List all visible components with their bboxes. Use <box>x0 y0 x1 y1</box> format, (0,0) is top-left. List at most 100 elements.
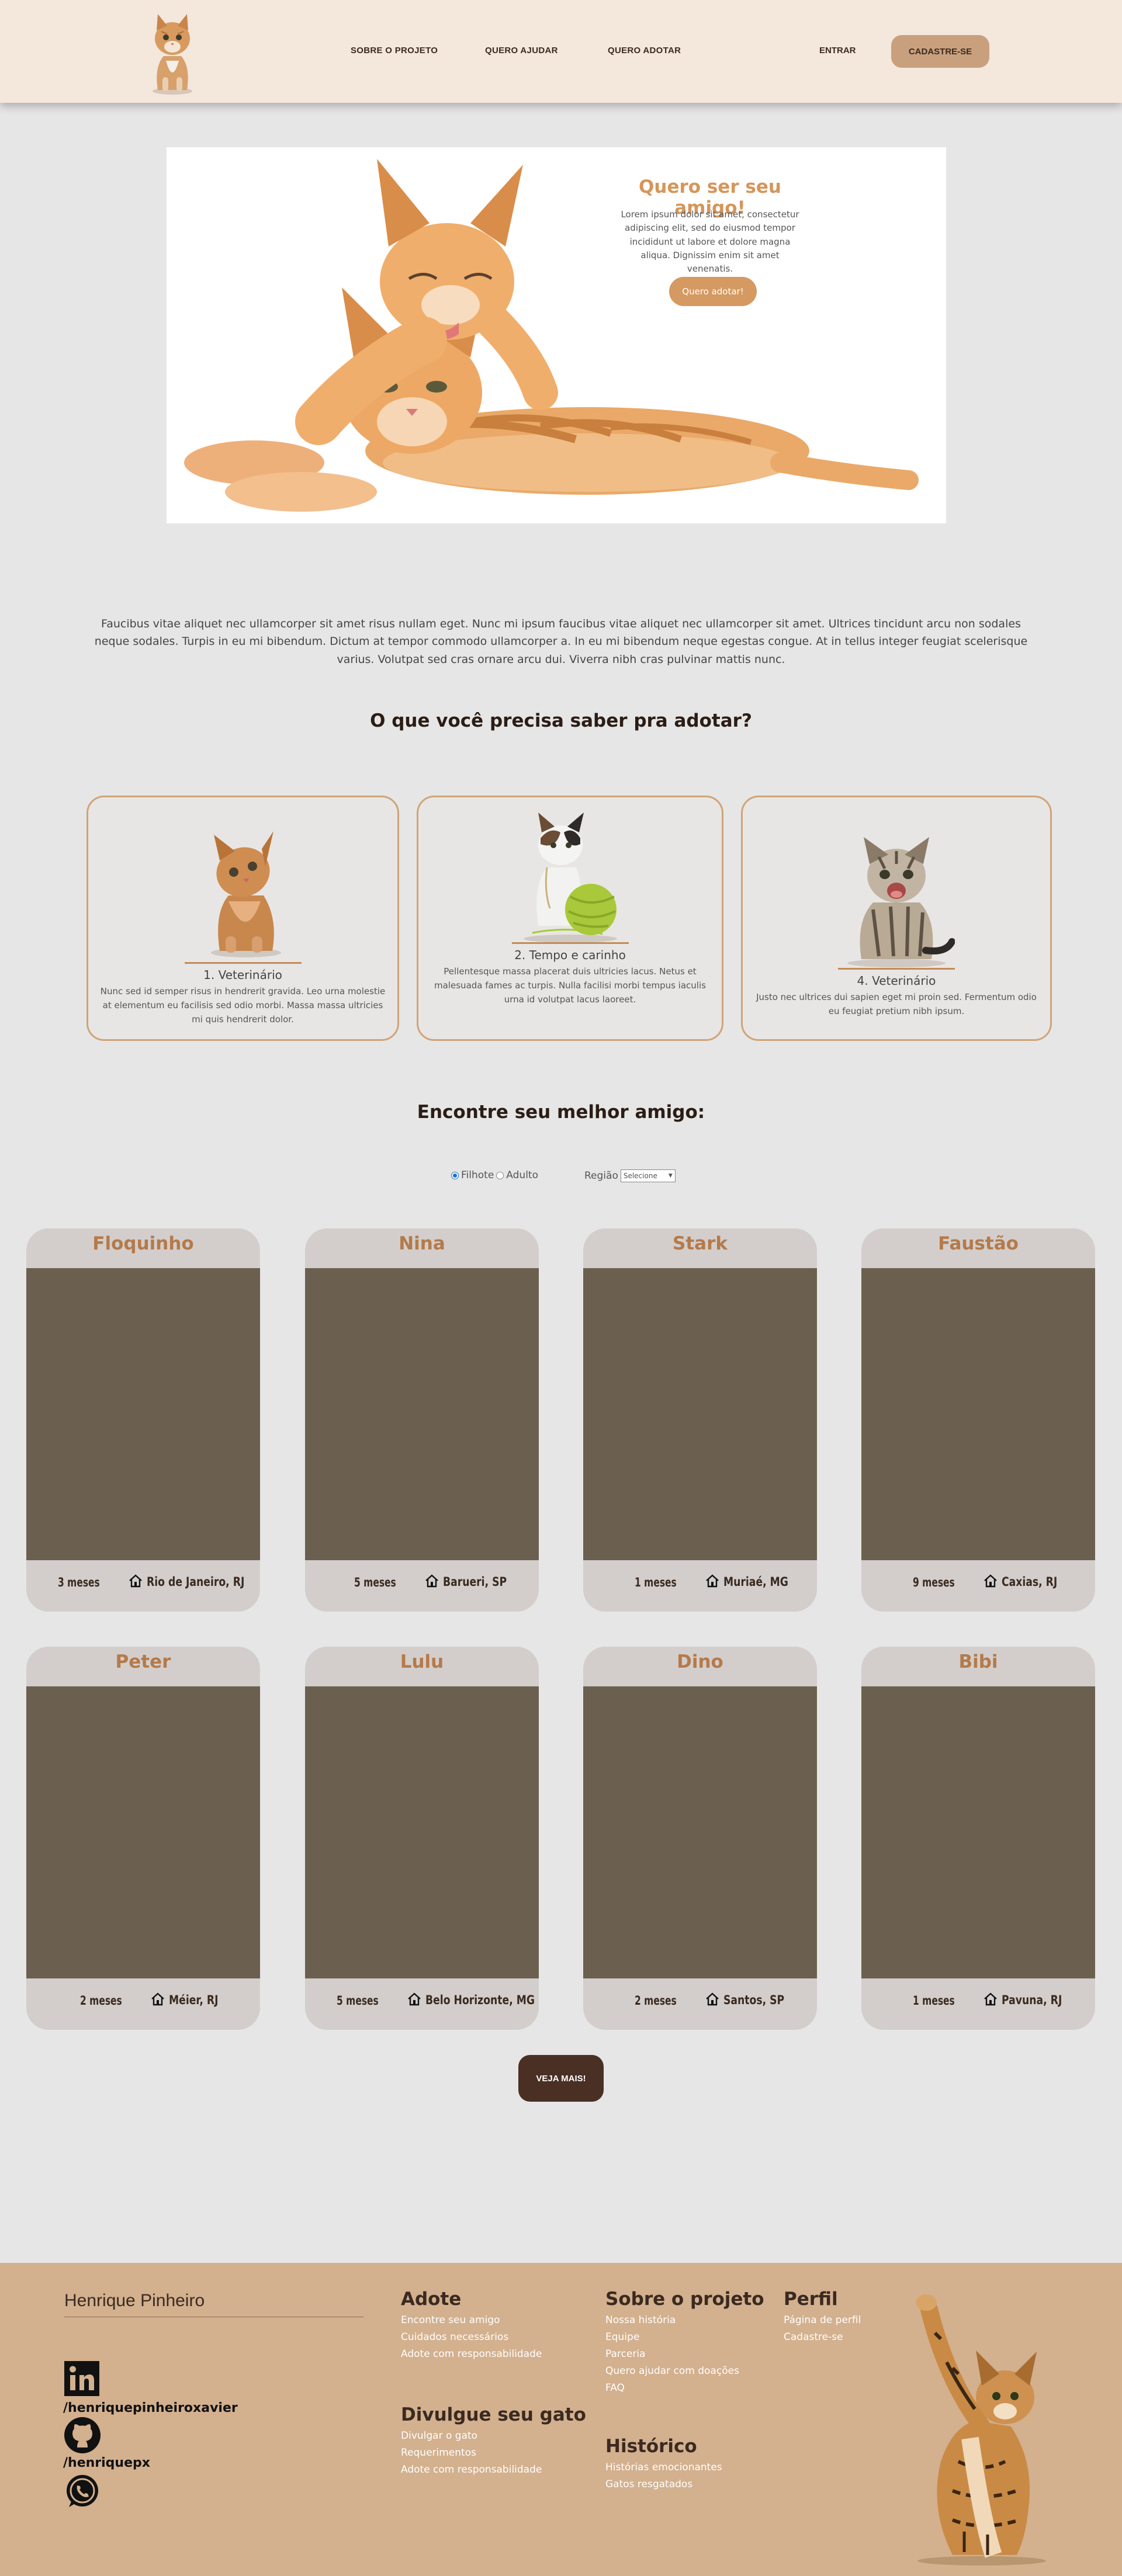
home-icon <box>150 1991 165 2009</box>
linkedin-handle[interactable]: /henriquepinheiroxavier <box>63 2401 238 2415</box>
pet-card[interactable]: Bibi 1 meses Pavuna, RJ <box>861 1647 1095 2030</box>
home-icon <box>407 1991 422 2009</box>
footer-link[interactable]: Parceria <box>605 2348 645 2360</box>
pet-photo[interactable] <box>305 1686 539 1978</box>
footer-historico-title: Histórico <box>605 2436 697 2457</box>
login-link[interactable]: ENTRAR <box>819 46 856 55</box>
footer-link[interactable]: Equipe <box>605 2331 639 2343</box>
kitten-yarn-image <box>523 813 617 943</box>
region-select[interactable]: Selecione ▼ <box>620 1169 676 1182</box>
footer-adote-title: Adote <box>401 2289 462 2310</box>
pet-location: Muriaé, MG <box>705 1573 802 1591</box>
adopt-section-title: O que você precisa saber pra adotar? <box>370 710 752 731</box>
info-card-title: 4. Veterinário <box>857 974 936 988</box>
footer-link[interactable]: Quero ajudar com doações <box>605 2365 739 2377</box>
pet-location-text: Rio de Janeiro, RJ <box>147 1575 245 1589</box>
hero-adopt-button[interactable]: Quero adotar! <box>669 277 757 306</box>
footer-link[interactable]: Encontre seu amigo <box>401 2314 500 2326</box>
puppy-radio-label: Filhote <box>461 1169 494 1181</box>
footer-link[interactable]: FAQ <box>605 2382 625 2394</box>
whatsapp-icon[interactable] <box>64 2473 101 2509</box>
info-divider <box>184 962 302 964</box>
footer-link[interactable]: Requerimentos <box>401 2447 476 2459</box>
hero-text: Lorem ipsum dolor sit amet, consectetur … <box>621 209 799 274</box>
kitten-tilted-head-image <box>210 831 281 957</box>
pet-card[interactable]: Dino 2 meses Santos, SP <box>583 1647 817 2030</box>
footer-link[interactable]: Cadastre-se <box>784 2331 843 2343</box>
pet-location-text: Pavuna, RJ <box>1002 1993 1062 2007</box>
pet-age: 5 meses <box>337 1994 379 2008</box>
pet-card[interactable]: Floquinho 3 meses Rio de Janeiro, RJ <box>26 1228 260 1612</box>
find-section-title: Encontre seu melhor amigo: <box>417 1102 705 1123</box>
pet-photo[interactable] <box>583 1268 817 1560</box>
home-icon <box>424 1573 439 1591</box>
footer-link[interactable]: Cuidados necessários <box>401 2331 508 2343</box>
pet-photo[interactable] <box>861 1268 1095 1560</box>
region-select-value: Selecione <box>623 1172 657 1180</box>
footer-link[interactable]: Adote com responsabilidade <box>401 2464 542 2476</box>
pet-card[interactable]: Faustão 9 meses Caxias, RJ <box>861 1228 1095 1612</box>
puppy-radio[interactable] <box>451 1171 459 1179</box>
chevron-down-icon: ▼ <box>668 1173 673 1179</box>
info-card-tempo-e-carinho: 2. Tempo e carinho Pellentesque massa pl… <box>417 796 723 1041</box>
pet-location-text: Santos, SP <box>723 1993 785 2007</box>
logo-kitten-image[interactable] <box>140 8 205 96</box>
see-more-button[interactable]: VEJA MAIS! <box>518 2055 604 2102</box>
pet-location: Caxias, RJ <box>983 1573 1069 1591</box>
pet-name: Stark <box>673 1233 728 1254</box>
github-icon[interactable] <box>64 2417 101 2453</box>
nav-sobre-o-projeto[interactable]: SOBRE O PROJETO <box>351 46 438 55</box>
footer-link[interactable]: Divulgar o gato <box>401 2430 477 2442</box>
pet-name: Bibi <box>958 1651 998 1672</box>
pet-location: Barueri, SP <box>424 1573 521 1591</box>
pet-photo[interactable] <box>26 1268 260 1560</box>
pet-name: Peter <box>115 1651 171 1672</box>
pet-location-text: Caxias, RJ <box>1002 1575 1058 1589</box>
pet-card[interactable]: Nina 5 meses Barueri, SP <box>305 1228 539 1612</box>
footer-link[interactable]: Histórias emocionantes <box>605 2462 722 2473</box>
region-label: Região <box>584 1170 618 1182</box>
info-divider <box>838 968 955 970</box>
footer-link[interactable]: Nossa história <box>605 2314 676 2326</box>
footer-link[interactable]: Gatos resgatados <box>605 2478 692 2490</box>
footer-link[interactable]: Adote com responsabilidade <box>401 2348 542 2360</box>
signup-button[interactable]: CADASTRE-SE <box>891 35 989 68</box>
site-footer: Henrique Pinheiro /henriquepinheiroxavie… <box>0 2263 1122 2576</box>
home-icon <box>705 1573 720 1591</box>
pet-photo[interactable] <box>305 1268 539 1560</box>
info-divider <box>511 942 629 944</box>
pet-card[interactable]: Stark 1 meses Muriaé, MG <box>583 1228 817 1612</box>
pet-photo[interactable] <box>26 1686 260 1978</box>
hero-banner: Quero ser seu amigo! Lorem ipsum dolor s… <box>167 147 946 523</box>
github-handle[interactable]: /henriquepx <box>63 2456 150 2470</box>
adult-radio[interactable] <box>496 1171 504 1179</box>
pet-location-text: Muriaé, MG <box>723 1575 788 1589</box>
pet-card[interactable]: Peter 2 meses Méier, RJ <box>26 1647 260 2030</box>
pet-age: 3 meses <box>58 1575 101 1589</box>
pet-location-text: Méier, RJ <box>169 1993 219 2007</box>
info-card-title: 1. Veterinário <box>203 968 282 982</box>
footer-link[interactable]: Página de perfil <box>784 2314 861 2326</box>
home-icon <box>983 1991 998 2009</box>
linkedin-icon[interactable] <box>64 2361 99 2396</box>
pet-location: Rio de Janeiro, RJ <box>128 1573 260 1591</box>
info-card-veterinario-2: 4. Veterinário Justo nec ultrices dui sa… <box>741 796 1052 1041</box>
pet-age: 2 meses <box>635 1994 677 2008</box>
pet-photo[interactable] <box>861 1686 1095 1978</box>
pet-name: Nina <box>399 1233 445 1254</box>
pet-location-text: Belo Horizonte, MG <box>425 1993 535 2007</box>
home-icon <box>128 1573 143 1591</box>
pet-photo[interactable] <box>583 1686 817 1978</box>
pet-location-text: Barueri, SP <box>442 1575 507 1589</box>
footer-divulgue-title: Divulgue seu gato <box>401 2404 586 2425</box>
info-card-veterinario: 1. Veterinário Nunc sed id semper risus … <box>86 796 399 1041</box>
pet-name: Faustão <box>938 1233 1019 1254</box>
info-card-text: Justo nec ultrices dui sapien eget mi pr… <box>756 992 1037 1016</box>
nav-quero-adotar[interactable]: QUERO ADOTAR <box>608 46 681 55</box>
footer-author-name: Henrique Pinheiro <box>64 2291 205 2310</box>
footer-perfil-title: Perfil <box>784 2289 838 2310</box>
pet-card[interactable]: Lulu 5 meses Belo Horizonte, MG <box>305 1647 539 2030</box>
nav-quero-ajudar[interactable]: QUERO AJUDAR <box>485 46 558 55</box>
pet-name: Floquinho <box>92 1233 194 1254</box>
pet-age: 2 meses <box>80 1994 122 2008</box>
